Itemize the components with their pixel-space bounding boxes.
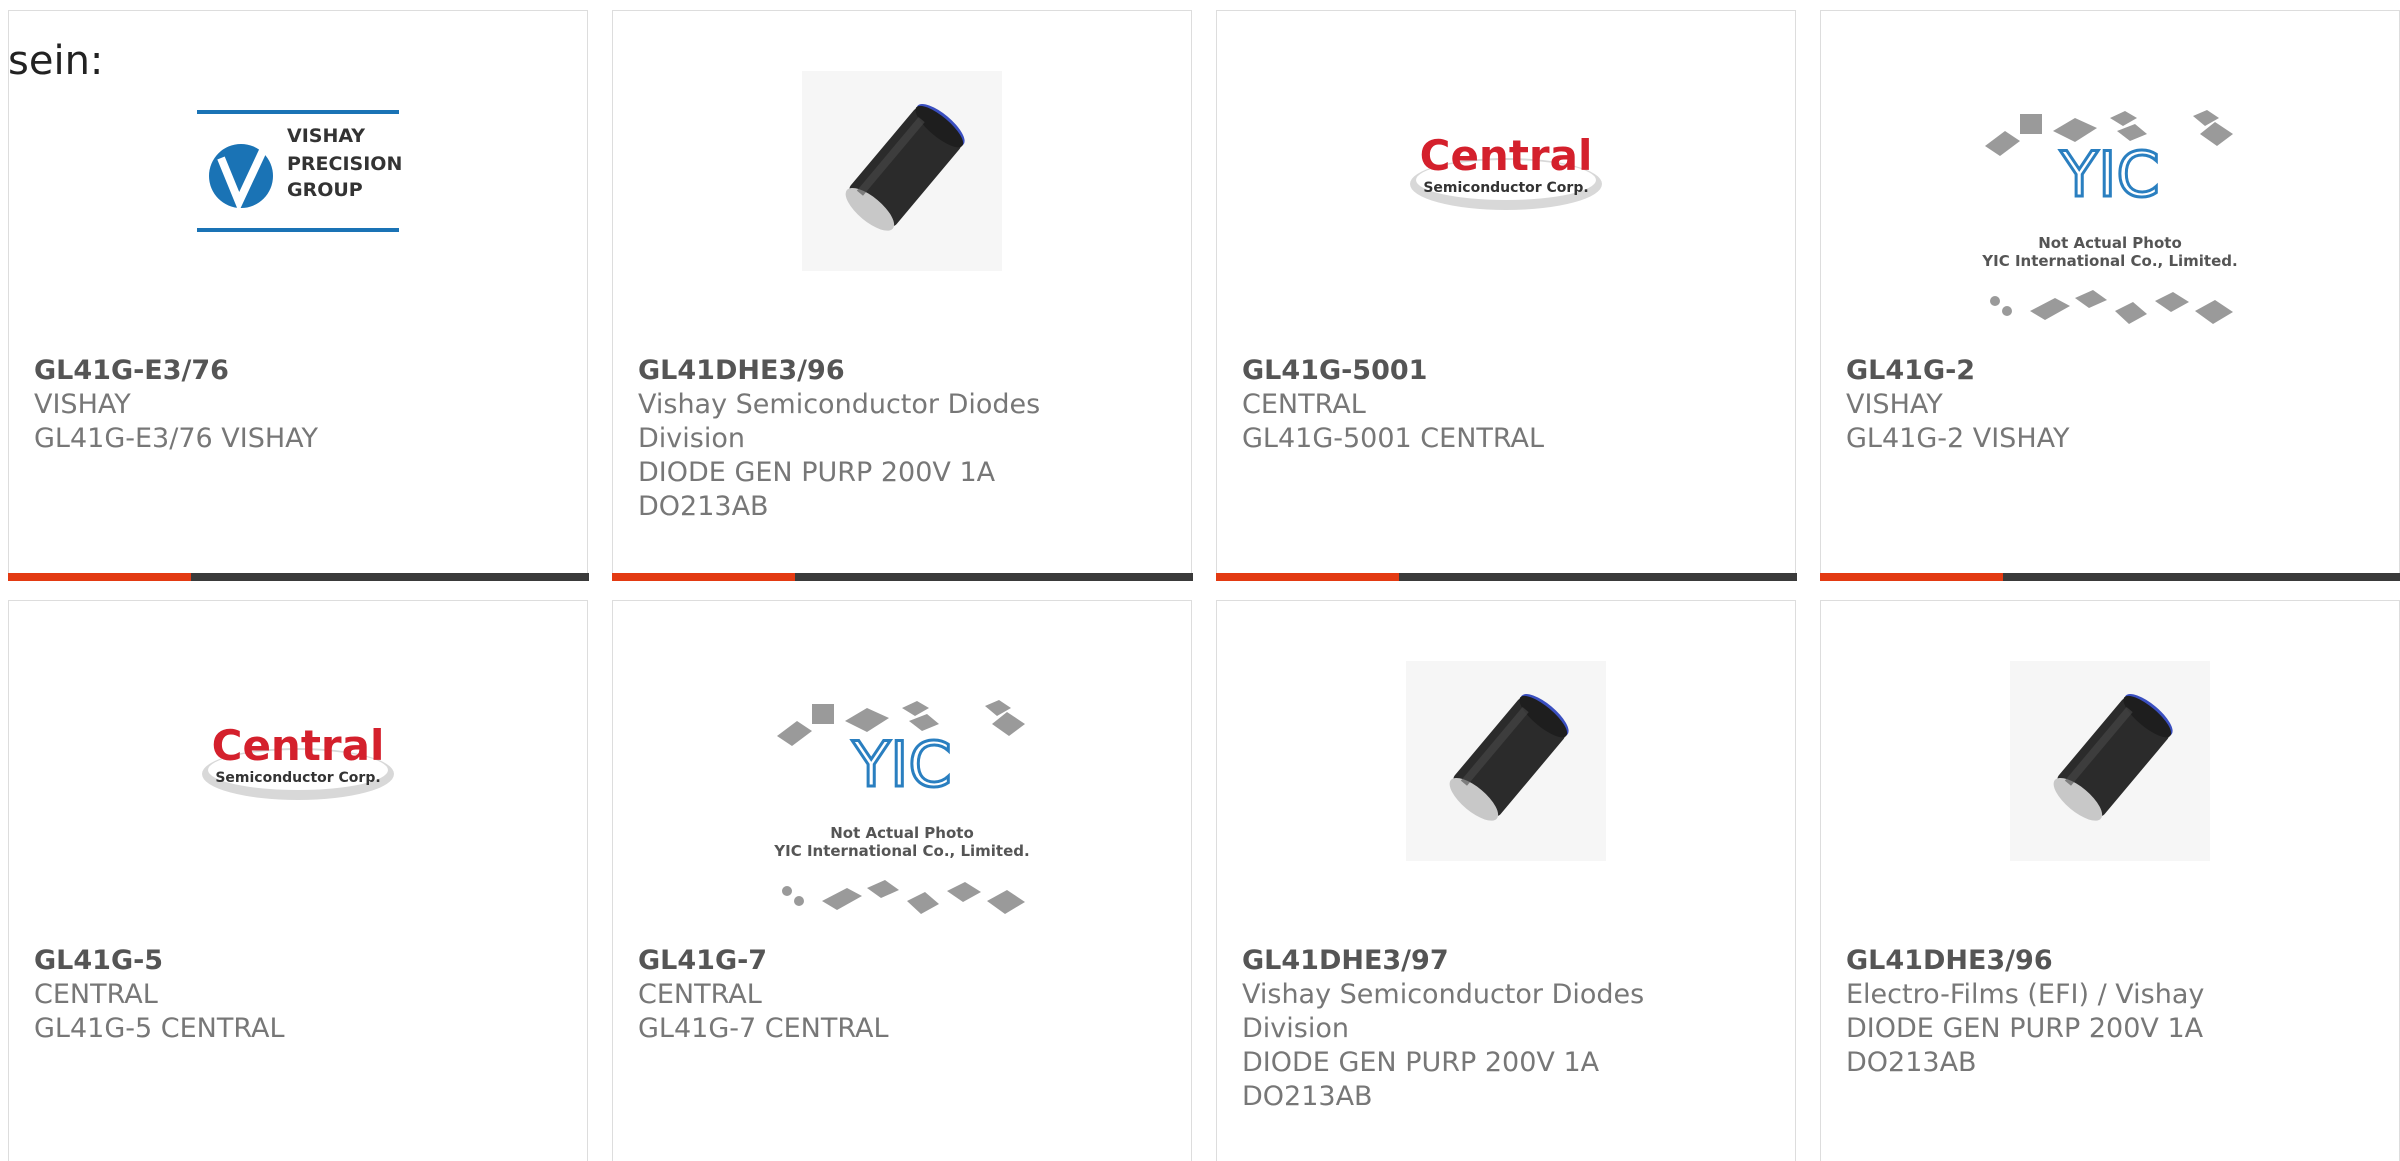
product-info: GL41DHE3/97 Vishay Semiconductor Diodes … [1242,944,1662,1114]
product-info: GL41G-E3/76 VISHAY GL41G-E3/76 VISHAY [34,354,454,456]
description-cont: DO213AB [1846,1047,1977,1078]
diode-cylinder-photo-icon [802,71,1002,271]
description: GL41G-5001 CENTRAL [1242,423,1545,454]
manufacturer: Electro-Films (EFI) / Vishay [1846,979,2205,1010]
product-grid: VISHAY PRECISION GROUP GL41G-E3/76 VISHA… [0,0,2400,1161]
manufacturer: VISHAY [34,389,131,420]
manufacturer: CENTRAL [638,979,762,1010]
description-cont: DO213AB [1242,1081,1373,1112]
product-info: GL41G-5001 CENTRAL GL41G-5001 CENTRAL [1242,354,1662,456]
svg-text:YIC: YIC [2059,138,2159,211]
manufacturer: Vishay Semiconductor Diodes [1242,979,1645,1010]
product-image[interactable] [1821,641,2399,881]
product-image[interactable]: Central Semiconductor Corp. [9,641,587,881]
product-card[interactable]: VISHAY PRECISION GROUP GL41G-E3/76 VISHA… [7,10,589,581]
card-accent-bar [7,572,191,581]
part-number-link[interactable]: GL41DHE3/97 [1242,944,1662,978]
product-image[interactable] [613,51,1191,291]
product-image[interactable]: YIC Not Actual Photo YIC International C… [1821,91,2399,361]
intro-text: sein: [8,38,104,84]
central-logo: Central Semiconductor Corp. [202,721,394,800]
part-number-link[interactable]: GL41DHE3/96 [638,354,1058,388]
central-logo: Central Semiconductor Corp. [1410,131,1602,210]
svg-text:YIC: YIC [851,728,951,801]
svg-text:Not Actual Photo: Not Actual Photo [2038,234,2182,252]
svg-text:Central: Central [1420,131,1593,180]
description: GL41G-7 CENTRAL [638,1013,889,1044]
product-image[interactable]: VISHAY PRECISION GROUP [9,51,587,291]
manufacturer-cont: Division [638,423,745,454]
yic-placeholder: YIC Not Actual Photo YIC International C… [773,700,1030,914]
product-card[interactable]: GL41DHE3/97 Vishay Semiconductor Diodes … [1216,600,1796,1161]
card-accent-bar [611,572,795,581]
manufacturer: CENTRAL [1242,389,1366,420]
svg-text:VISHAY: VISHAY [287,125,365,147]
card-bottom-bar [1215,572,1797,581]
product-card[interactable]: YIC Not Actual Photo YIC International C… [612,600,1192,1161]
part-number-link[interactable]: GL41G-5001 [1242,354,1662,388]
description: GL41G-E3/76 VISHAY [34,423,319,454]
svg-text:Semiconductor Corp.: Semiconductor Corp. [1423,180,1588,196]
product-info: GL41G-7 CENTRAL GL41G-7 CENTRAL [638,944,1058,1046]
part-number-link[interactable]: GL41G-7 [638,944,1058,978]
diode-cylinder-photo-icon [2010,661,2210,861]
manufacturer: VISHAY [1846,389,1943,420]
part-number-link[interactable]: GL41DHE3/96 [1846,944,2266,978]
svg-text:Semiconductor Corp.: Semiconductor Corp. [215,770,380,786]
card-bottom-bar [611,572,1193,581]
product-card[interactable]: YIC Not Actual Photo YIC International C… [1819,10,2400,581]
description-cont: DO213AB [638,491,769,522]
product-card[interactable]: Central Semiconductor Corp. GL41G-5001 C… [1215,10,1797,581]
manufacturer: CENTRAL [34,979,158,1010]
svg-text:Central: Central [212,721,385,770]
product-card[interactable]: GL41DHE3/96 Electro-Films (EFI) / Vishay… [1820,600,2400,1161]
svg-text:GROUP: GROUP [287,179,363,201]
description: GL41G-5 CENTRAL [34,1013,285,1044]
yic-placeholder: YIC Not Actual Photo YIC International C… [1981,110,2238,324]
description: GL41G-2 VISHAY [1846,423,2070,454]
product-card[interactable]: GL41DHE3/96 Vishay Semiconductor Diodes … [611,10,1193,581]
part-number-link[interactable]: GL41G-E3/76 [34,354,454,388]
product-info: GL41DHE3/96 Vishay Semiconductor Diodes … [638,354,1058,524]
part-number-link[interactable]: GL41G-5 [34,944,454,978]
svg-text:PRECISION: PRECISION [287,153,402,175]
product-card[interactable]: Central Semiconductor Corp. GL41G-5 CENT… [8,600,588,1161]
product-image[interactable]: YIC Not Actual Photo YIC International C… [613,681,1191,951]
card-accent-bar [1819,572,2003,581]
product-info: GL41DHE3/96 Electro-Films (EFI) / Vishay… [1846,944,2266,1080]
diode-cylinder-photo-icon [1406,661,1606,861]
manufacturer: Vishay Semiconductor Diodes [638,389,1041,420]
part-number-link[interactable]: GL41G-2 [1846,354,2266,388]
card-accent-bar [1215,572,1399,581]
manufacturer-cont: Division [1242,1013,1349,1044]
card-bottom-bar [1819,572,2400,581]
description: DIODE GEN PURP 200V 1A [638,457,996,488]
svg-text:YIC International Co., Limited: YIC International Co., Limited. [773,842,1029,860]
vishay-logo: VISHAY PRECISION GROUP [197,110,402,232]
product-image[interactable]: Central Semiconductor Corp. [1217,51,1795,291]
description: DIODE GEN PURP 200V 1A [1242,1047,1600,1078]
product-image[interactable] [1217,641,1795,881]
description: DIODE GEN PURP 200V 1A [1846,1013,2204,1044]
svg-text:Not Actual Photo: Not Actual Photo [830,824,974,842]
card-bottom-bar [7,572,589,581]
product-info: GL41G-5 CENTRAL GL41G-5 CENTRAL [34,944,454,1046]
svg-text:YIC International Co., Limited: YIC International Co., Limited. [1981,252,2237,270]
product-info: GL41G-2 VISHAY GL41G-2 VISHAY [1846,354,2266,456]
